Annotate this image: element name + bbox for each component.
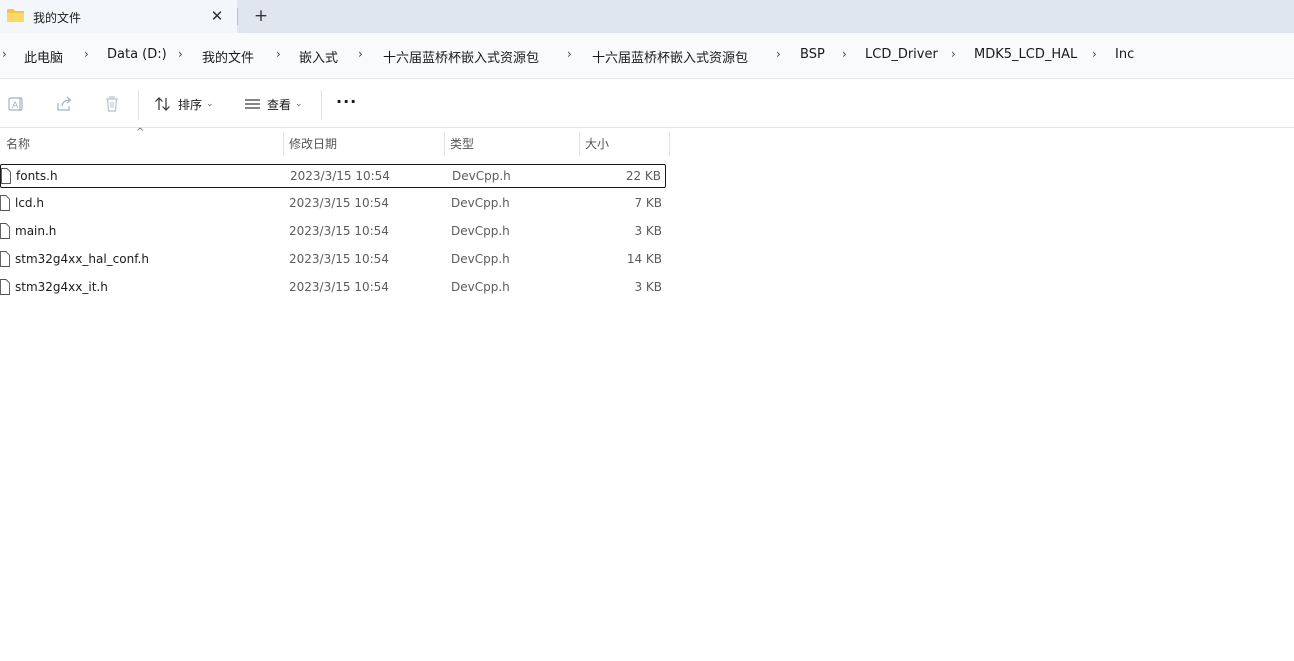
- chevron-right-icon[interactable]: ›: [358, 47, 363, 61]
- file-type: DevCpp.h: [451, 280, 510, 294]
- list-item[interactable]: stm32g4xx_it.h 2023/3/15 10:54 DevCpp.h …: [0, 276, 666, 300]
- file-type: DevCpp.h: [451, 196, 510, 210]
- rename-icon[interactable]: A: [6, 94, 26, 114]
- sort-label: 排序: [178, 97, 203, 112]
- breadcrumb-item-bsp[interactable]: BSP: [800, 47, 825, 62]
- breadcrumb-item-my-files[interactable]: 我的文件: [202, 47, 254, 66]
- file-type: DevCpp.h: [451, 224, 510, 238]
- file-size: 3 KB: [634, 224, 662, 238]
- file-date: 2023/3/15 10:54: [289, 252, 389, 266]
- breadcrumb-item-data-drive[interactable]: Data (D:): [107, 47, 167, 62]
- file-date: 2023/3/15 10:54: [289, 224, 389, 238]
- chevron-right-icon[interactable]: ›: [951, 47, 956, 61]
- file-name: stm32g4xx_it.h: [15, 280, 108, 294]
- share-icon[interactable]: [54, 94, 74, 114]
- breadcrumb-item-resource-pack[interactable]: 十六届蓝桥杯嵌入式资源包: [383, 47, 539, 66]
- new-tab-button[interactable]: +: [251, 6, 271, 26]
- toolbar-divider: [138, 90, 139, 120]
- chevron-right-icon[interactable]: ›: [2, 47, 7, 61]
- file-size: 7 KB: [634, 196, 662, 210]
- breadcrumb: › 此电脑 › Data (D:) › 我的文件 › 嵌入式 › 十六届蓝桥杯嵌…: [0, 33, 1294, 79]
- more-options-icon[interactable]: ···: [336, 92, 357, 111]
- file-date: 2023/3/15 10:54: [289, 196, 389, 210]
- file-type: DevCpp.h: [452, 169, 511, 183]
- file-icon: [0, 223, 10, 239]
- file-date: 2023/3/15 10:54: [290, 169, 390, 183]
- file-size: 22 KB: [625, 169, 661, 183]
- chevron-down-icon: ⌄: [206, 99, 214, 109]
- breadcrumb-item-embedded[interactable]: 嵌入式: [299, 47, 338, 66]
- sort-icon: [155, 97, 170, 111]
- list-item[interactable]: fonts.h 2023/3/15 10:54 DevCpp.h 22 KB: [0, 164, 666, 188]
- view-icon: [245, 99, 260, 109]
- chevron-right-icon[interactable]: ›: [842, 47, 847, 61]
- file-name: stm32g4xx_hal_conf.h: [15, 252, 149, 266]
- list-item[interactable]: lcd.h 2023/3/15 10:54 DevCpp.h 7 KB: [0, 192, 666, 216]
- toolbar-divider: [321, 90, 322, 120]
- command-bar: A 排序 ⌄ 查看 ⌄ ···: [0, 80, 1294, 128]
- title-bar: 我的文件 ✕ +: [0, 0, 1294, 33]
- column-header-size[interactable]: 大小: [579, 130, 669, 158]
- file-size: 3 KB: [634, 280, 662, 294]
- tab-title: 我的文件: [33, 11, 82, 25]
- sort-button[interactable]: 排序 ⌄: [154, 92, 214, 116]
- view-button[interactable]: 查看 ⌄: [244, 92, 303, 116]
- column-header-name[interactable]: 名称: [0, 130, 283, 158]
- file-name: main.h: [15, 224, 57, 238]
- file-date: 2023/3/15 10:54: [289, 280, 389, 294]
- file-name: fonts.h: [16, 169, 58, 183]
- breadcrumb-item-this-pc[interactable]: 此电脑: [24, 47, 63, 66]
- folder-icon: [7, 9, 24, 22]
- column-header-type[interactable]: 类型: [444, 130, 579, 158]
- file-icon: [0, 251, 10, 267]
- tab-divider: [237, 8, 238, 25]
- chevron-right-icon[interactable]: ›: [776, 47, 781, 61]
- chevron-right-icon[interactable]: ›: [276, 47, 281, 61]
- list-item[interactable]: stm32g4xx_hal_conf.h 2023/3/15 10:54 Dev…: [0, 248, 666, 272]
- chevron-right-icon[interactable]: ›: [178, 47, 183, 61]
- breadcrumb-item-mdk5-lcd-hal[interactable]: MDK5_LCD_HAL: [974, 47, 1077, 62]
- column-header-date[interactable]: 修改日期: [283, 130, 445, 158]
- chevron-down-icon: ⌄: [295, 99, 303, 109]
- chevron-right-icon[interactable]: ›: [567, 47, 572, 61]
- list-item[interactable]: main.h 2023/3/15 10:54 DevCpp.h 3 KB: [0, 220, 666, 244]
- view-label: 查看: [267, 97, 292, 112]
- chevron-right-icon[interactable]: ›: [1092, 47, 1097, 61]
- breadcrumb-item-lcd-driver[interactable]: LCD_Driver: [865, 47, 938, 62]
- file-icon: [0, 195, 10, 211]
- file-size: 14 KB: [626, 252, 662, 266]
- chevron-right-icon[interactable]: ›: [84, 47, 89, 61]
- breadcrumb-item-resource-pack-inner[interactable]: 十六届蓝桥杯嵌入式资源包: [592, 47, 748, 66]
- trash-icon[interactable]: [102, 94, 122, 114]
- column-headers: ^ 名称 修改日期 类型 大小: [0, 127, 670, 158]
- column-divider[interactable]: [669, 132, 670, 156]
- svg-text:A: A: [12, 101, 19, 111]
- file-name: lcd.h: [15, 196, 44, 210]
- close-tab-icon[interactable]: ✕: [207, 6, 227, 26]
- breadcrumb-item-inc[interactable]: Inc: [1115, 47, 1134, 62]
- file-icon: [0, 279, 10, 295]
- file-icon: [1, 168, 11, 184]
- file-type: DevCpp.h: [451, 252, 510, 266]
- tab-my-files[interactable]: 我的文件 ✕: [0, 0, 237, 33]
